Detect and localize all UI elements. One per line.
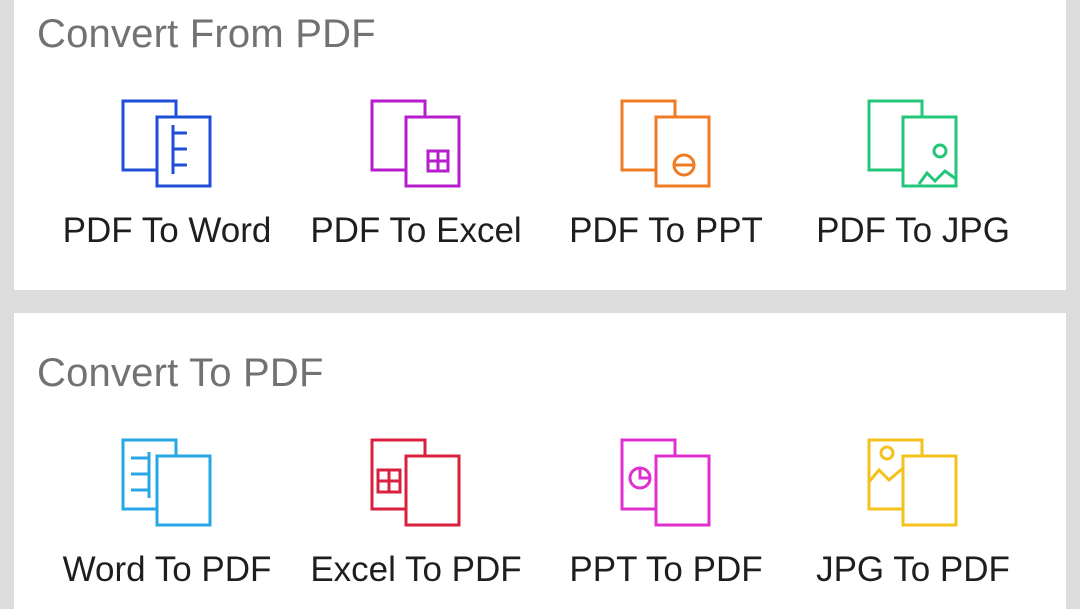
ppt-to-pdf-label: PPT To PDF — [569, 550, 763, 589]
pdf-to-excel-button[interactable]: PDF To Excel — [291, 99, 541, 251]
ppt-to-pdf-button[interactable]: PPT To PDF — [541, 438, 791, 590]
excel-to-pdf-label: Excel To PDF — [310, 550, 522, 589]
jpg-to-pdf-button[interactable]: JPG To PDF — [788, 438, 1038, 590]
pdf-to-word-label: PDF To Word — [62, 211, 272, 250]
excel-to-pdf-button[interactable]: Excel To PDF — [291, 438, 541, 590]
pdf-to-ppt-icon — [620, 99, 711, 188]
convert-from-pdf-card: Convert From PDF PDF To Word PDF To Exce… — [14, 0, 1066, 290]
word-to-pdf-label: Word To PDF — [62, 550, 272, 589]
pdf-to-jpg-icon — [867, 99, 958, 188]
pdf-to-jpg-label: PDF To JPG — [816, 211, 1010, 250]
pdf-to-word-icon — [121, 99, 212, 188]
ppt-to-pdf-icon — [620, 438, 711, 527]
pdf-to-ppt-button[interactable]: PDF To PPT — [541, 99, 791, 251]
pdf-to-excel-label: PDF To Excel — [310, 211, 522, 250]
excel-to-pdf-icon — [370, 438, 461, 527]
convert-to-pdf-card: Convert To PDF Word To PDF Excel To PDF — [14, 313, 1066, 609]
jpg-to-pdf-icon — [867, 438, 958, 527]
word-to-pdf-icon — [121, 438, 212, 527]
word-to-pdf-button[interactable]: Word To PDF — [42, 438, 292, 590]
pdf-to-ppt-label: PDF To PPT — [569, 211, 763, 250]
pdf-to-word-button[interactable]: PDF To Word — [42, 99, 292, 251]
jpg-to-pdf-label: JPG To PDF — [816, 550, 1010, 589]
pdf-to-excel-icon — [370, 99, 461, 188]
pdf-to-jpg-button[interactable]: PDF To JPG — [788, 99, 1038, 251]
section-title-convert-from-pdf: Convert From PDF — [37, 12, 376, 56]
section-title-convert-to-pdf: Convert To PDF — [37, 351, 324, 395]
